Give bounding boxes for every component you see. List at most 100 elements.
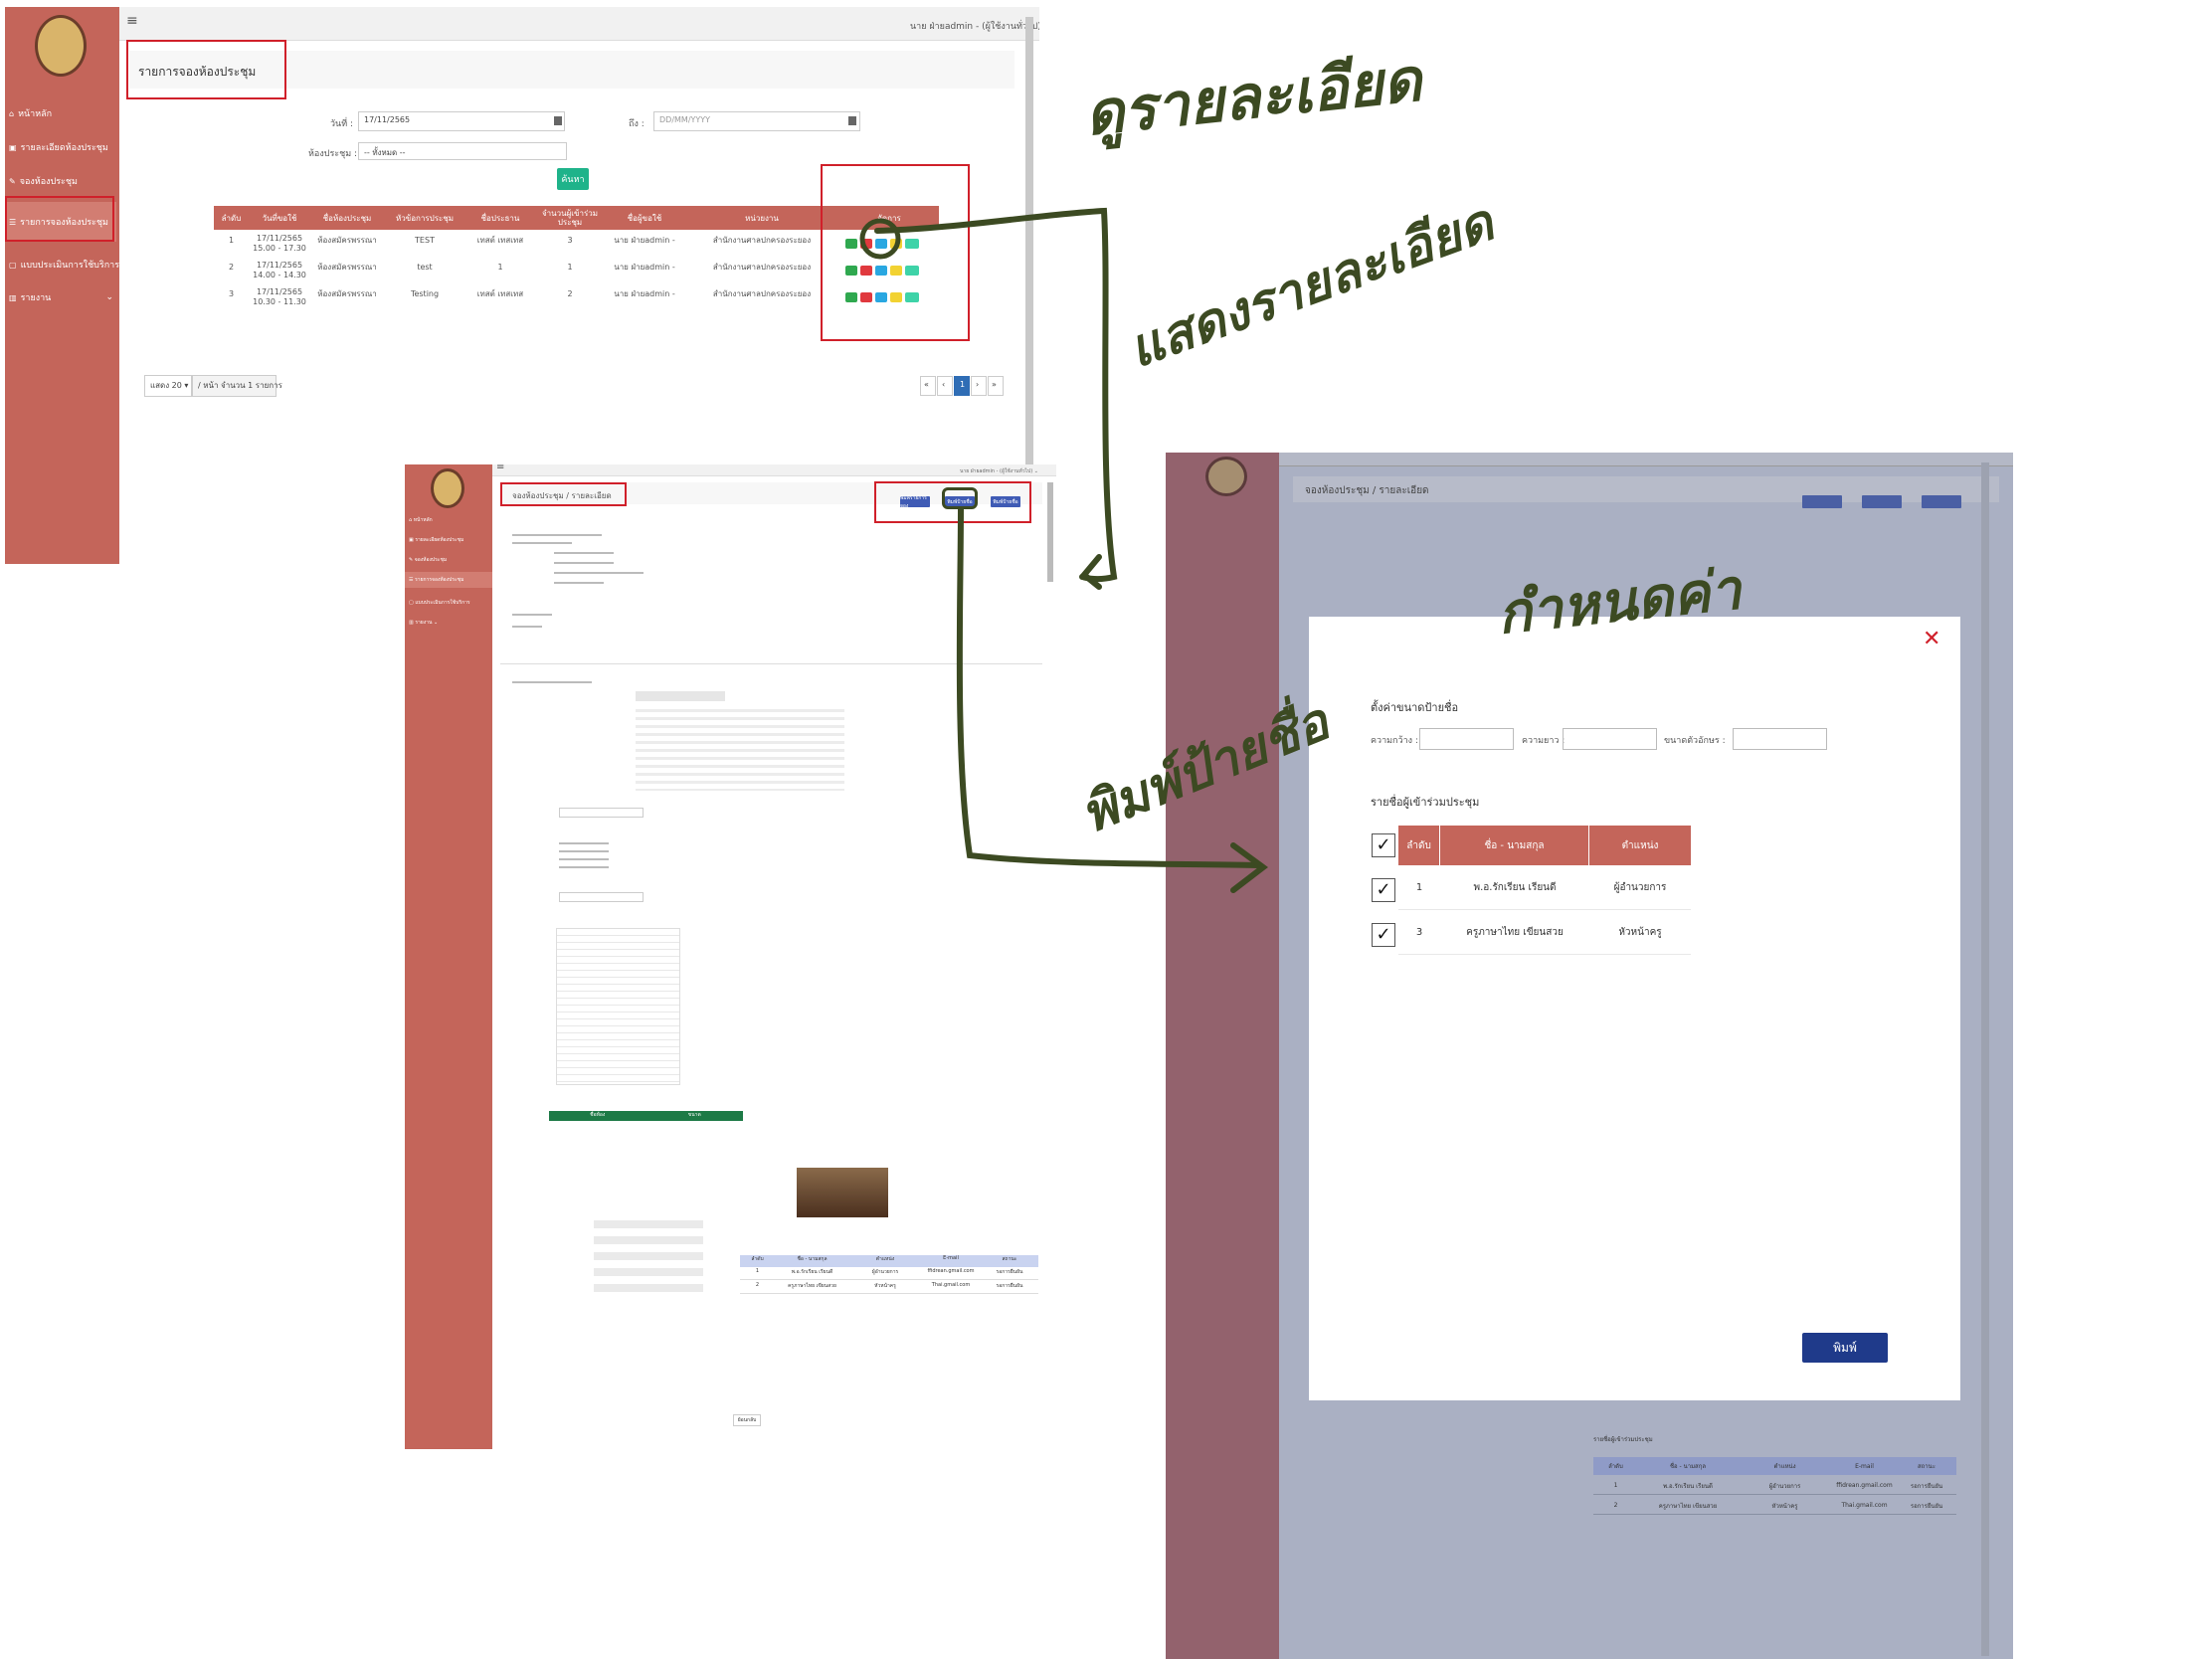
arrow-head-detail [1079,554,1102,590]
home-icon: ⌂ [9,108,15,118]
print-name-tag-modal: ✕ ตั้งค่าขนาดป้ายชื่อ ความกว้าง : ความยา… [1309,617,1960,1400]
sidebar-item[interactable]: ⌂ หน้าหลัก [409,516,433,524]
print-button[interactable]: พิมพ์ [1802,1333,1888,1363]
edit-icon: ✎ [9,176,16,186]
annotation-view-detail: ดูรายละเอียด [1081,45,1425,150]
form-line [554,562,614,564]
date-from-input[interactable]: 17/11/2565 [358,111,565,131]
form-line [512,542,572,544]
page-size-select[interactable]: แสดง 20 ▾ [144,375,192,397]
page-current[interactable]: 1 [954,376,970,396]
attendee-list-heading: รายชื่อผู้เข้าร่วมประชุม [1371,796,1480,809]
cell-no: 1 [228,236,235,245]
width-input[interactable] [1419,728,1514,750]
cell-user: นาย ฝ่ายadmin - [614,289,675,298]
form-line [512,626,542,628]
chair-input[interactable] [559,892,644,902]
calendar-icon[interactable] [848,116,856,125]
sidebar-item[interactable]: ▥ รายงาน ⌄ [409,619,438,627]
room-select[interactable]: -- ทั้งหมด -- [358,142,567,160]
sidebar-item[interactable]: ▢ แบบประเมินการใช้บริการ [409,599,470,607]
col-header: หน่วยงาน [684,206,839,230]
select-all-checkbox[interactable]: ✓ [1372,833,1395,857]
sidebar-item-evaluation[interactable]: ▢ แบบประเมินการใช้บริการ [9,258,119,272]
cell-time: 15.00 - 17.30 [253,244,306,253]
cell-user: นาย ฝ่ายadmin - [614,263,675,272]
menu-icon[interactable]: ≡ [496,464,504,472]
page-prev[interactable]: ‹ [937,376,953,396]
form-line [554,572,644,574]
col-header: ลำดับ [214,206,249,230]
row-checkbox[interactable]: ✓ [1372,923,1395,947]
calendar-icon: ▣ [9,142,17,152]
sidebar-item-room-detail[interactable]: ▣ รายละเอียดห้องประชุม [9,140,108,154]
cell-count: 3 [567,236,573,245]
date-field[interactable] [636,691,725,701]
cell-room: ห้องสมัครพรรณา [317,236,377,245]
top-bar [119,7,1039,41]
cell-time: 14.00 - 14.30 [253,271,306,279]
room-label: ห้องประชุม : [308,149,358,159]
time-slots-grid[interactable] [636,709,844,791]
length-input[interactable] [1563,728,1657,750]
chart-icon: ▥ [9,292,17,302]
sidebar-item[interactable]: ▣ รายละเอียดห้องประชุม [409,536,463,544]
sidebar-item-report[interactable]: ▥ รายงาน ⌄ [9,290,113,304]
calendar-icon[interactable] [554,116,562,125]
col-header: ชื่อ - นามสกุล [1440,826,1589,865]
attendee-table-header: ลำดับ ชื่อ - นามสกุล ตำแหน่ง E-mail สถาน… [1593,1457,1956,1475]
row-checkbox[interactable]: ✓ [1372,878,1395,902]
sidebar-item-home[interactable]: ⌂ หน้าหลัก [9,106,52,120]
cell-topic: TEST [415,236,435,245]
page-last[interactable]: » [988,376,1004,396]
logo-seal-icon [431,468,464,508]
form-line [559,842,609,844]
cell-no: 1 [1398,865,1440,910]
col-header: จำนวนผู้เข้าร่วมประชุม [535,206,605,230]
menu-icon[interactable]: ≡ [126,13,138,29]
print-name-tag-button[interactable] [1862,495,1902,508]
user-menu[interactable]: นาย ฝ่ายadmin - (ผู้ใช้งานทั่วไป) ⌄ [960,467,1038,475]
cell-room: ห้องสมัครพรรณา [317,263,377,272]
cell-date: 17/11/2565 [256,261,303,270]
booker-fields[interactable] [594,1220,703,1295]
back-button[interactable]: ย้อนกลับ [733,1414,761,1426]
print-name-tag-button-2[interactable] [1922,495,1961,508]
scrollbar[interactable] [1981,462,1989,1656]
print-booking-button[interactable] [1802,495,1842,508]
cell-no: 2 [228,263,235,272]
cell-position: หัวหน้าครู [1589,910,1691,955]
col-header: ตำแหน่ง [1589,826,1691,865]
scrollbar[interactable] [1047,482,1053,582]
cell-dept: สำนักงานศาลปกครองระยอง [712,263,812,272]
section-divider [500,663,1042,664]
sidebar-item[interactable]: ☰ รายการจองห้องประชุม [405,572,492,588]
topic-input[interactable] [559,808,644,818]
user-menu[interactable]: นาย ฝ่ายadmin - (ผู้ใช้งานทั่วไป) ⌄ [910,19,1039,33]
logo-seal-icon [35,15,87,77]
font-size-input[interactable] [1733,728,1827,750]
search-button[interactable]: ค้นหา [557,168,589,190]
name-tag-size-heading: ตั้งค่าขนาดป้ายชื่อ [1371,701,1459,714]
date-from-label: วันที่ : [330,119,354,129]
cell-position: ผู้อำนวยการ [1589,865,1691,910]
highlight-actions [821,164,970,341]
sidebar [1166,453,1279,1659]
page-next[interactable]: › [971,376,987,396]
room-table-header: ชื่อห้อง ขนาด [549,1111,743,1121]
sidebar-item[interactable]: ✎ จองห้องประชุม [409,556,447,564]
date-to-label: ถึง : [629,119,645,129]
cell-dept: สำนักงานศาลปกครองระยอง [712,289,812,298]
close-icon[interactable]: ✕ [1923,627,1940,651]
table-row: 2 ครูภาษาไทย เขียนสวย หัวหน้าครู Thai.gm… [740,1282,1038,1294]
sidebar: ⌂ หน้าหลัก ▣ รายละเอียดห้องประชุม ✎ จองห้อง… [5,7,119,564]
col-header: หัวข้อการประชุม [384,206,465,230]
cell-chair: เทสต์ เทสเทส [476,289,524,298]
cell-count: 2 [567,289,573,298]
chevron-down-icon: ⌄ [105,292,113,302]
cell-date: 17/11/2565 [256,234,303,243]
col-header: วันที่ขอใช้ [249,206,310,230]
sidebar-item-book-room[interactable]: ✎ จองห้องประชุม [9,174,78,188]
date-to-input[interactable]: DD/MM/YYYY [653,111,860,131]
page-first[interactable]: « [920,376,936,396]
